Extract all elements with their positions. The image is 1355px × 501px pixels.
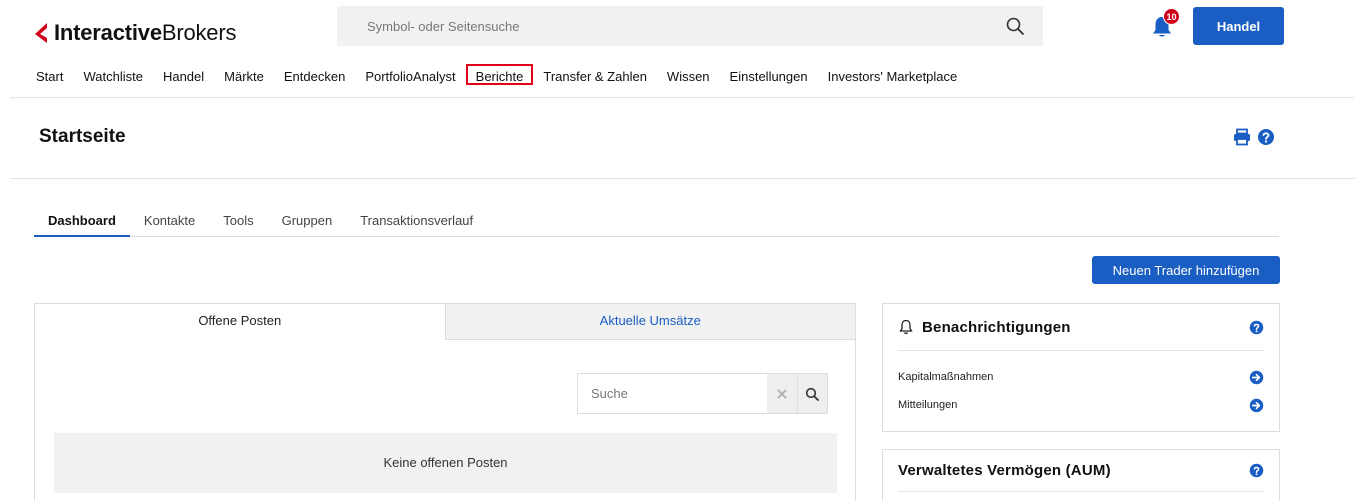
trade-button[interactable]: Handel (1193, 7, 1284, 45)
help-icon[interactable] (1249, 320, 1264, 335)
tab-dashboard[interactable]: Dashboard (34, 206, 130, 237)
notification-badge: 10 (1163, 8, 1180, 25)
ib-logo[interactable]: InteractiveBrokers (34, 20, 236, 46)
notification-item-label: Mitteilungen (898, 399, 958, 411)
global-search-input[interactable] (337, 6, 1005, 46)
nav-item-start[interactable]: Start (26, 64, 73, 85)
notification-item-corporate-actions[interactable]: Kapitalmaßnahmen (883, 363, 1279, 391)
main-nav: Start Watchliste Handel Märkte Entdecken… (26, 64, 967, 85)
nav-item-watchlist[interactable]: Watchliste (73, 64, 152, 85)
nav-item-marketplace[interactable]: Investors' Marketplace (818, 64, 968, 85)
print-icon[interactable] (1233, 128, 1251, 146)
empty-positions-message: Keine offenen Posten (54, 433, 837, 493)
ib-logo-icon (35, 23, 47, 43)
nav-item-discover[interactable]: Entdecken (274, 64, 355, 85)
nav-item-portfolioanalyst[interactable]: PortfolioAnalyst (355, 64, 465, 85)
notification-item-label: Kapitalmaßnahmen (898, 371, 994, 383)
page-title: Startseite (39, 126, 126, 147)
tab-recent-trades[interactable]: Aktuelle Umsätze (445, 304, 855, 340)
logo-text: InteractiveBrokers (54, 20, 237, 45)
bell-outline-icon (899, 319, 913, 335)
arrow-right-circle-icon[interactable] (1249, 370, 1264, 385)
positions-search-input[interactable] (578, 374, 767, 413)
notifications-card: Benachrichtigungen Kapitalmaßnahmen Mitt… (882, 303, 1280, 432)
help-icon[interactable] (1257, 128, 1275, 146)
page-tools (1233, 128, 1275, 146)
notifications-header: Benachrichtigungen (898, 304, 1264, 351)
positions-search (577, 373, 828, 414)
tab-open-positions[interactable]: Offene Posten (35, 304, 446, 340)
search-icon[interactable] (1005, 16, 1025, 36)
nav-item-transfer[interactable]: Transfer & Zahlen (533, 64, 657, 85)
nav-item-markets[interactable]: Märkte (214, 64, 274, 85)
nav-item-reports[interactable]: Berichte (465, 64, 534, 85)
clear-icon[interactable] (767, 374, 797, 413)
tab-transaction-history[interactable]: Transaktionsverlauf (346, 206, 487, 237)
nav-item-trade[interactable]: Handel (153, 64, 214, 85)
notifications-title: Benachrichtigungen (922, 318, 1071, 336)
nav-item-knowledge[interactable]: Wissen (657, 64, 720, 85)
dashboard-tabs: Dashboard Kontakte Tools Gruppen Transak… (34, 206, 1279, 237)
global-search[interactable] (337, 6, 1043, 46)
nav-item-settings[interactable]: Einstellungen (720, 64, 818, 85)
aum-title: Verwaltetes Vermögen (AUM) (898, 462, 1111, 479)
tab-contacts[interactable]: Kontakte (130, 206, 209, 237)
search-icon (806, 387, 820, 401)
add-trader-button[interactable]: Neuen Trader hinzufügen (1092, 256, 1280, 284)
help-icon[interactable] (1249, 463, 1264, 478)
positions-tabs: Offene Posten Aktuelle Umsätze (35, 304, 855, 340)
title-divider (10, 178, 1355, 179)
arrow-right-circle-icon[interactable] (1249, 398, 1264, 413)
aum-card: Verwaltetes Vermögen (AUM) (882, 449, 1280, 501)
tab-tools[interactable]: Tools (209, 206, 267, 237)
nav-divider (10, 97, 1355, 98)
aum-header: Verwaltetes Vermögen (AUM) (898, 450, 1264, 492)
notification-item-messages[interactable]: Mitteilungen (883, 391, 1279, 419)
positions-panel: Offene Posten Aktuelle Umsätze Keine off… (34, 303, 856, 501)
positions-search-button[interactable] (796, 374, 827, 413)
tab-groups[interactable]: Gruppen (268, 206, 347, 237)
